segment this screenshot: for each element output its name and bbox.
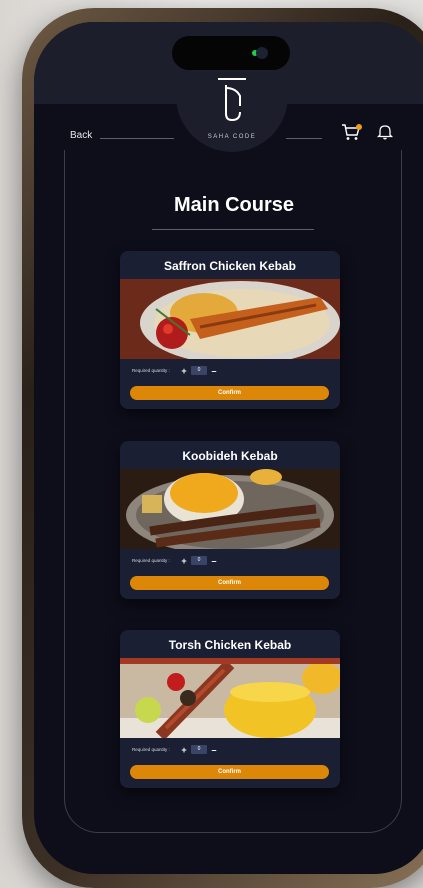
quantity-increase-button[interactable]: + (180, 557, 188, 566)
menu-item-card: Saffron Chicken Kebab Required quantity … (120, 251, 340, 409)
title-underline (152, 229, 314, 230)
quantity-increase-button[interactable]: + (180, 746, 188, 755)
quantity-decrease-button[interactable]: – (210, 557, 218, 566)
item-name: Saffron Chicken Kebab (163, 259, 297, 273)
quantity-increase-button[interactable]: + (180, 367, 188, 376)
quantity-label: Required quantity : (132, 558, 170, 563)
header-divider-right (286, 138, 322, 139)
item-name: Torsh Chicken Kebab (168, 638, 292, 652)
quantity-decrease-button[interactable]: – (210, 746, 218, 755)
menu-item-card: Torsh Chicken Kebab Required quantity : … (120, 630, 340, 788)
quantity-value[interactable]: 0 (191, 745, 207, 754)
confirm-button[interactable]: Confirm (130, 576, 329, 590)
saha-code-logo-icon (218, 78, 246, 122)
header-divider-left (100, 138, 174, 139)
confirm-button[interactable]: Confirm (130, 386, 329, 400)
item-photo (120, 658, 340, 738)
back-button[interactable]: Back (70, 130, 92, 141)
quantity-decrease-button[interactable]: – (210, 367, 218, 376)
quantity-value[interactable]: 0 (191, 366, 207, 375)
menu-item-card: Koobideh Kebab Required quantity : + 0 –… (120, 441, 340, 599)
front-camera (256, 47, 268, 59)
item-photo (120, 469, 340, 549)
phone-screen: SAHA CODE Back Main Course Saffron Chick… (34, 22, 423, 874)
bell-icon[interactable] (376, 123, 394, 141)
dynamic-island (172, 36, 290, 70)
logo-text: SAHA CODE (207, 134, 257, 140)
cart-badge (356, 124, 362, 130)
page-title: Main Course (173, 194, 295, 216)
quantity-value[interactable]: 0 (191, 556, 207, 565)
item-name: Koobideh Kebab (182, 449, 278, 463)
confirm-button[interactable]: Confirm (130, 765, 329, 779)
quantity-label: Required quantity : (132, 747, 170, 752)
item-photo (120, 279, 340, 359)
logo-tab: SAHA CODE (176, 72, 288, 152)
quantity-label: Required quantity : (132, 368, 170, 373)
